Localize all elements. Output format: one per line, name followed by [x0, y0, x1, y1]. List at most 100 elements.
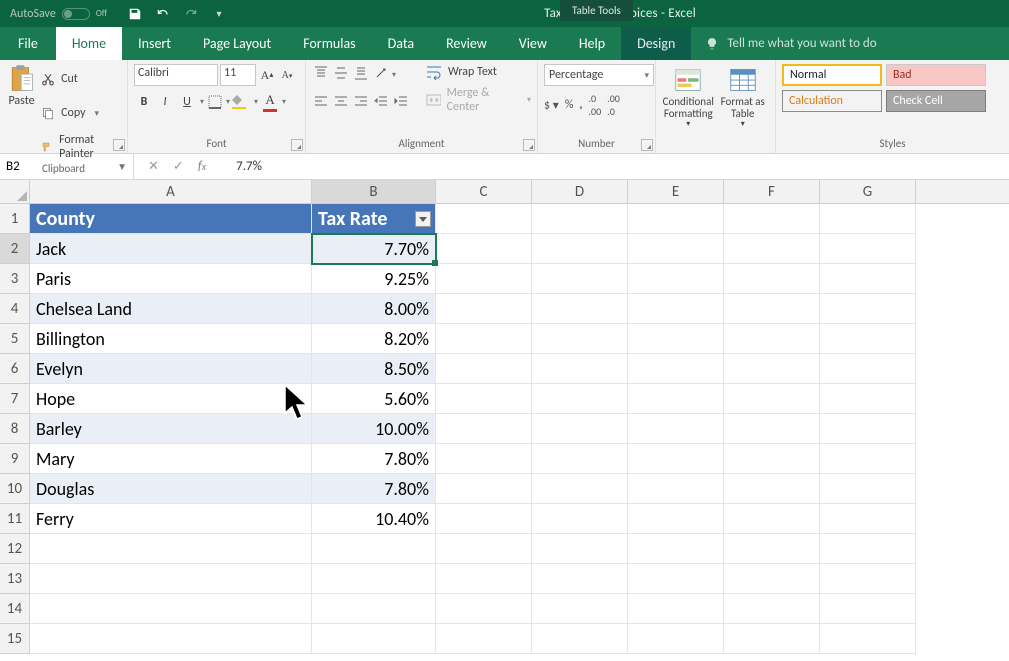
cell[interactable] — [532, 414, 628, 444]
tab-review[interactable]: Review — [430, 27, 503, 60]
decrease-indent-icon[interactable] — [372, 93, 390, 111]
column-header-E[interactable]: E — [628, 180, 724, 203]
underline-button[interactable]: U — [176, 95, 198, 109]
column-header-D[interactable]: D — [532, 180, 628, 203]
cell[interactable] — [724, 414, 820, 444]
cell[interactable] — [312, 564, 436, 594]
cell[interactable] — [312, 534, 436, 564]
cell[interactable] — [724, 294, 820, 324]
cell[interactable] — [436, 294, 532, 324]
tab-home[interactable]: Home — [56, 27, 122, 60]
cell[interactable] — [532, 474, 628, 504]
cell[interactable] — [724, 534, 820, 564]
cell[interactable] — [820, 294, 916, 324]
cell[interactable] — [820, 354, 916, 384]
cell[interactable] — [724, 234, 820, 264]
cell[interactable] — [30, 564, 312, 594]
increase-indent-icon[interactable] — [392, 93, 410, 111]
cell[interactable] — [532, 384, 628, 414]
row-header-12[interactable]: 12 — [0, 534, 30, 564]
cell[interactable] — [820, 324, 916, 354]
row-header-3[interactable]: 3 — [0, 264, 30, 294]
decrease-font-icon[interactable]: A▾ — [278, 65, 296, 85]
cell[interactable] — [436, 444, 532, 474]
cell-taxrate[interactable]: 10.00% — [312, 414, 436, 444]
cell[interactable] — [724, 504, 820, 534]
tab-page-layout[interactable]: Page Layout — [187, 27, 287, 60]
cell[interactable] — [532, 444, 628, 474]
column-header-A[interactable]: A — [30, 180, 312, 203]
cell[interactable] — [628, 384, 724, 414]
cell[interactable] — [724, 444, 820, 474]
column-header-G[interactable]: G — [820, 180, 916, 203]
tab-help[interactable]: Help — [563, 27, 621, 60]
align-bottom-icon[interactable] — [352, 64, 370, 82]
orientation-icon[interactable] — [372, 64, 390, 82]
cell[interactable] — [628, 534, 724, 564]
cell-county[interactable]: Barley — [30, 414, 312, 444]
cell[interactable] — [628, 414, 724, 444]
cell[interactable] — [820, 594, 916, 624]
worksheet-grid[interactable]: A B C D E F G 1 County Tax Rate 2 Jack 7… — [0, 180, 1009, 654]
style-normal[interactable]: Normal — [782, 64, 882, 86]
cell-county[interactable]: Mary — [30, 444, 312, 474]
row-header-11[interactable]: 11 — [0, 504, 30, 534]
row-header-9[interactable]: 9 — [0, 444, 30, 474]
cell[interactable] — [820, 504, 916, 534]
tab-file[interactable]: File — [0, 27, 56, 60]
undo-icon[interactable] — [151, 2, 175, 26]
decrease-decimal-button[interactable]: .00.0 — [607, 92, 620, 118]
align-middle-icon[interactable] — [332, 64, 350, 82]
cell[interactable] — [436, 204, 532, 234]
cell-taxrate[interactable]: 7.80% — [312, 444, 436, 474]
clipboard-dialog-launcher[interactable] — [113, 139, 125, 151]
cell[interactable] — [532, 594, 628, 624]
accounting-format-button[interactable]: $ ▾ — [544, 98, 559, 113]
cell[interactable] — [30, 594, 312, 624]
cell-taxrate[interactable]: 8.20% — [312, 324, 436, 354]
cell[interactable] — [532, 354, 628, 384]
cell-county[interactable]: Evelyn — [30, 354, 312, 384]
cell[interactable] — [724, 324, 820, 354]
cell[interactable] — [628, 204, 724, 234]
cell[interactable] — [724, 354, 820, 384]
format-as-table-button[interactable]: Format as Table▾ — [717, 66, 770, 129]
cell-county[interactable]: Ferry — [30, 504, 312, 534]
cell[interactable] — [724, 204, 820, 234]
cell[interactable] — [312, 624, 436, 654]
row-header-2[interactable]: 2 — [0, 234, 30, 264]
row-header-6[interactable]: 6 — [0, 354, 30, 384]
row-header-10[interactable]: 10 — [0, 474, 30, 504]
cell[interactable] — [532, 294, 628, 324]
autosave-toggle[interactable]: AutoSave Off — [0, 7, 117, 21]
cell-county[interactable]: Chelsea Land — [30, 294, 312, 324]
cancel-formula-icon[interactable]: ✕ — [148, 159, 159, 174]
cell[interactable] — [30, 624, 312, 654]
save-icon[interactable] — [123, 2, 147, 26]
fx-icon[interactable]: fx — [198, 159, 216, 174]
tell-me-search[interactable]: Tell me what you want to do — [691, 27, 876, 60]
cell[interactable] — [436, 234, 532, 264]
paste-button[interactable]: Paste — [6, 64, 37, 162]
cell-county[interactable]: Jack — [30, 234, 312, 264]
cell[interactable] — [532, 504, 628, 534]
qat-customize-icon[interactable]: ▾ — [207, 2, 231, 26]
font-name-combo[interactable]: Calibri — [134, 64, 218, 86]
cell[interactable] — [436, 324, 532, 354]
row-header-5[interactable]: 5 — [0, 324, 30, 354]
cell[interactable] — [30, 534, 312, 564]
number-format-combo[interactable]: Percentage ▾ — [544, 64, 654, 86]
cell[interactable] — [436, 624, 532, 654]
tab-design[interactable]: Design — [621, 27, 691, 60]
tab-view[interactable]: View — [503, 27, 563, 60]
increase-font-icon[interactable]: A▴ — [258, 65, 276, 85]
cell[interactable] — [436, 264, 532, 294]
select-all-corner[interactable] — [0, 180, 30, 203]
cell[interactable] — [820, 204, 916, 234]
column-header-B[interactable]: B — [312, 180, 436, 203]
cell-county[interactable]: Billington — [30, 324, 312, 354]
cell[interactable] — [820, 384, 916, 414]
enter-formula-icon[interactable]: ✓ — [173, 159, 184, 174]
cell[interactable] — [628, 294, 724, 324]
column-header-C[interactable]: C — [436, 180, 532, 203]
